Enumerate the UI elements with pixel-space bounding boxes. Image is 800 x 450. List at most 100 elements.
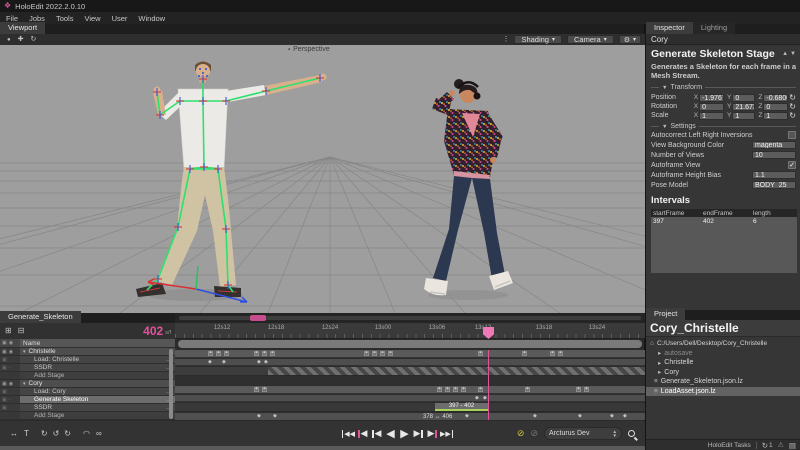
tab-generate-skeleton[interactable]: Generate_Skeleton: [0, 311, 81, 323]
lock-icon[interactable]: ▣: [2, 381, 7, 387]
stage-move-down-icon[interactable]: ▼: [790, 51, 796, 57]
rotation-z-field[interactable]: 0: [763, 103, 788, 111]
col-startframe[interactable]: startFrame: [651, 210, 703, 217]
tab-inspector[interactable]: Inspector: [646, 22, 693, 34]
play-button[interactable]: ▶: [398, 427, 411, 440]
rotate-tool-icon[interactable]: ↻: [31, 36, 37, 43]
range-marker[interactable]: [250, 315, 266, 321]
number-of-views-field[interactable]: 10: [752, 151, 796, 159]
track-ssdr-christelle[interactable]: ▣· SSDR …: [0, 364, 175, 372]
tasks-spinner-icon[interactable]: ↻: [762, 441, 768, 450]
eye-icon[interactable]: ◉: [9, 349, 13, 355]
lock-icon[interactable]: ▣: [2, 397, 7, 403]
interval-row[interactable]: 397 402 6: [651, 217, 797, 226]
lane-generate-skeleton[interactable]: 397 - 402: [175, 403, 645, 412]
go-to-start-button[interactable]: ◀◀: [342, 427, 355, 440]
track-load-christelle[interactable]: ▣ Load: Christelle …: [0, 356, 175, 364]
menu-view[interactable]: View: [84, 14, 100, 23]
tasks-label[interactable]: HoloEdit Tasks: [708, 442, 751, 449]
scale-z-field[interactable]: 1: [763, 112, 788, 120]
select-tool-icon[interactable]: ●: [7, 37, 11, 43]
position-y-field[interactable]: 0: [732, 94, 755, 102]
tab-lighting[interactable]: Lighting: [693, 22, 735, 34]
autoframe-height-bias-field[interactable]: 1.1: [752, 171, 796, 179]
lane-cory[interactable]: ++ ++++ ++ ++: [175, 386, 645, 394]
menu-tools[interactable]: Tools: [56, 14, 74, 23]
camera-dropdown[interactable]: Camera ▾: [567, 35, 614, 44]
folder-arrow-icon[interactable]: ▸: [658, 359, 661, 367]
zoom-search-icon[interactable]: [628, 430, 635, 437]
viewport-canvas[interactable]: ▪ Perspective: [0, 45, 645, 313]
rotation-y-field[interactable]: 21.6736: [732, 103, 755, 111]
settings-section-header[interactable]: ▼ Settings: [651, 123, 796, 130]
lock-icon[interactable]: ▣: [2, 389, 7, 395]
perspective-chip[interactable]: ▪ Perspective: [288, 46, 330, 53]
selected-interval-clip[interactable]: 397 - 402: [435, 403, 488, 411]
rotation-reset-icon[interactable]: ↻: [789, 102, 796, 111]
lock-icon[interactable]: ▣: [2, 365, 7, 371]
track-cory[interactable]: ▣◉ ▾ Cory: [0, 380, 175, 388]
track-christelle[interactable]: ▣◉ ▾ Christelle: [0, 348, 175, 356]
tree-autosave[interactable]: ▸ autosave: [646, 349, 800, 359]
warning-icon[interactable]: ⚠: [778, 441, 784, 449]
tree-cory[interactable]: ▸ Cory: [646, 368, 800, 378]
lane-christelle[interactable]: +++ +++ ++++ ++ ++: [175, 350, 645, 358]
loop-reverse-icon[interactable]: ↺: [53, 429, 60, 438]
lock-icon[interactable]: ▣: [2, 405, 7, 411]
timeline-ruler[interactable]: 12s12 12s18 12s24 13s00 13s06 13s12 13s1…: [175, 323, 645, 339]
pose-model-field[interactable]: BODY_25: [752, 181, 796, 189]
view-background-color-field[interactable]: magenta: [752, 141, 796, 149]
lock-icon[interactable]: ▣: [2, 349, 7, 355]
lasso-icon[interactable]: ◠: [83, 429, 90, 438]
track-ssdr-cory[interactable]: ▣ SSDR …: [0, 404, 175, 412]
col-length[interactable]: length: [753, 210, 793, 217]
user-dropdown[interactable]: Arcturus Dev ▲▼: [544, 427, 622, 440]
add-track-icon[interactable]: ⊞: [5, 327, 12, 335]
fit-range-icon[interactable]: ↔: [10, 429, 18, 438]
timeline-hscrollbar[interactable]: [178, 340, 642, 348]
timeline-range-strip[interactable]: [175, 313, 645, 323]
frame-unit-toggle[interactable]: s/f: [165, 330, 171, 336]
delete-track-icon[interactable]: ⊟: [18, 327, 25, 335]
menu-window[interactable]: Window: [138, 14, 165, 23]
loop-pingpong-icon[interactable]: ↻: [64, 429, 71, 438]
panel-toggle-icon[interactable]: ▤: [789, 441, 796, 450]
col-endframe[interactable]: endFrame: [703, 210, 753, 217]
tree-christelle[interactable]: ▸ Christelle: [646, 358, 800, 368]
position-reset-icon[interactable]: ↻: [789, 93, 796, 102]
tree-generate-skeleton-file[interactable]: ≡ Generate_Skeleton.json.lz: [646, 377, 800, 387]
prev-frame-button[interactable]: ◀: [370, 427, 383, 440]
scale-reset-icon[interactable]: ↻: [789, 111, 796, 120]
move-tool-icon[interactable]: ✚: [18, 36, 24, 43]
eye-icon[interactable]: ◉: [9, 381, 13, 387]
tab-project[interactable]: Project: [646, 308, 685, 320]
viewport-settings-dropdown[interactable]: ⚙ ▾: [619, 35, 641, 44]
ssdr-processed-range[interactable]: [268, 367, 645, 375]
track-add-stage-christelle[interactable]: Add Stage +: [0, 372, 175, 380]
autocorrect-checkbox[interactable]: ✓: [788, 131, 796, 139]
disable-filter-yellow-icon[interactable]: ⊘: [517, 428, 525, 439]
stage-move-up-icon[interactable]: ▲: [782, 51, 788, 57]
autoframe-view-checkbox[interactable]: ✓: [788, 161, 796, 169]
lane-ssdr-christelle[interactable]: [175, 367, 645, 376]
folder-arrow-icon[interactable]: ▸: [658, 368, 661, 376]
disable-filter-gray-icon[interactable]: ⊘: [530, 428, 538, 439]
tree-loadasset-file[interactable]: ≡ LoadAsset.json.lz: [646, 387, 800, 397]
loop-once-icon[interactable]: ↻: [41, 429, 48, 438]
track-list-vscrollbar[interactable]: [169, 349, 173, 419]
folder-arrow-icon[interactable]: ▸: [658, 349, 661, 357]
tab-viewport[interactable]: Viewport: [0, 22, 45, 34]
playhead-line[interactable]: [488, 350, 489, 420]
lane-load-christelle[interactable]: ◆◆ ◆◆: [175, 359, 645, 366]
loop-infinite-icon[interactable]: ∞: [96, 429, 102, 438]
menu-user[interactable]: User: [112, 14, 128, 23]
scale-y-field[interactable]: 1: [732, 112, 755, 120]
trim-icon[interactable]: T: [24, 429, 29, 438]
lane-ssdr-cory[interactable]: 378 ↔ 406 ◆◆ ◆◆ ◆◆ ◆: [175, 413, 645, 420]
transform-section-header[interactable]: ▼ Transform: [651, 84, 796, 91]
track-add-stage-cory[interactable]: Add Stage +: [0, 412, 175, 420]
next-frame-button[interactable]: ▶: [412, 427, 425, 440]
track-generate-skeleton[interactable]: ▣· Generate Skeleton …: [0, 396, 175, 404]
play-reverse-button[interactable]: ◀: [384, 427, 397, 440]
prev-interval-button[interactable]: ◀: [356, 427, 369, 440]
